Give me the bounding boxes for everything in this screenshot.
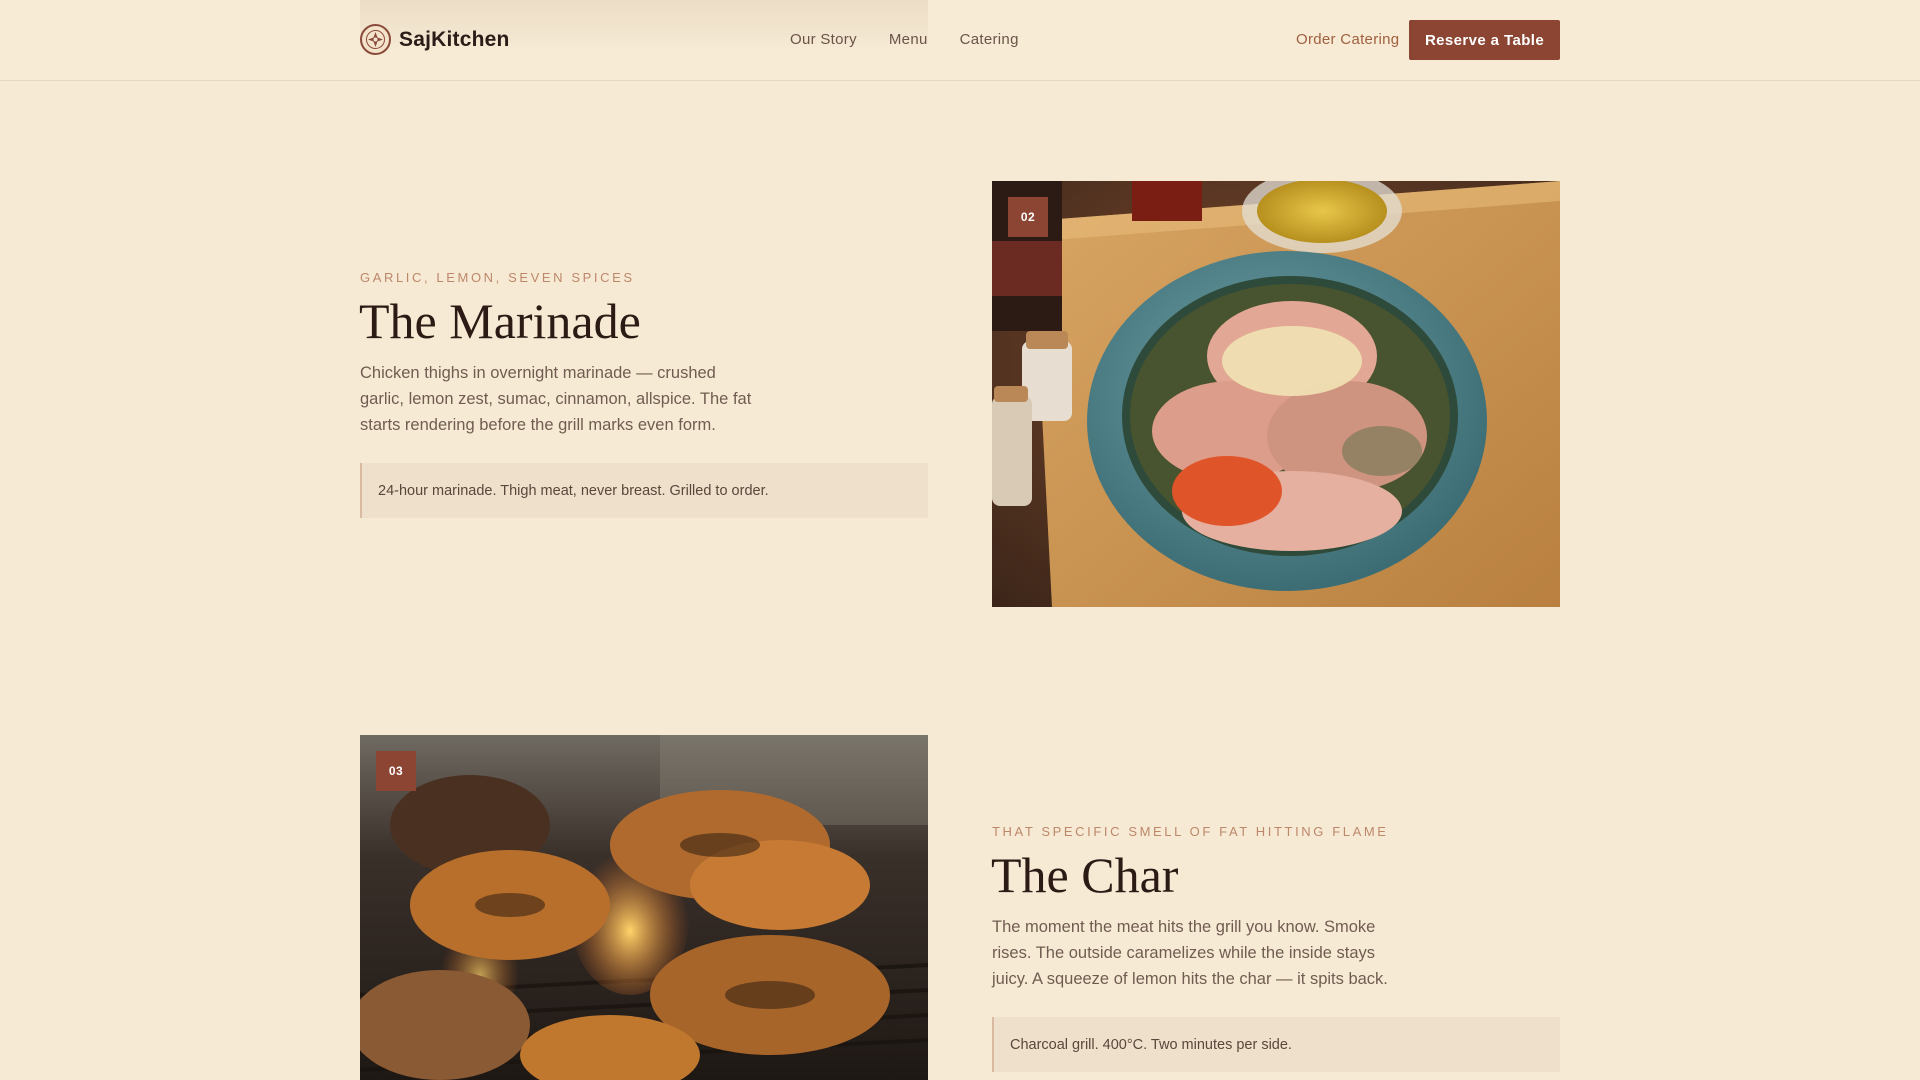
section-note-text: Charcoal grill. 400°C. Two minutes per s… — [1010, 1036, 1292, 1053]
section-title: The Marinade — [359, 293, 641, 349]
section-number-badge: 02 — [1008, 197, 1048, 237]
section-eyebrow: THAT SPECIFIC SMELL OF FAT HITTING FLAME — [992, 824, 1389, 839]
brand-name: SajKitchen — [399, 27, 510, 51]
marinade-photo: 02 — [992, 181, 1560, 607]
section-eyebrow: GARLIC, LEMON, SEVEN SPICES — [360, 270, 635, 285]
section-description: The moment the meat hits the grill you k… — [992, 918, 1388, 988]
site-header: SajKitchen Our Story Menu Catering Order… — [0, 0, 1920, 81]
reserve-table-button[interactable]: Reserve a Table — [1409, 20, 1560, 60]
nav-catering[interactable]: Catering — [960, 31, 1019, 48]
brand-logo-icon — [360, 24, 391, 55]
brand-link[interactable]: SajKitchen — [360, 24, 510, 55]
section-note: 24-hour marinade. Thigh meat, never brea… — [360, 463, 928, 518]
nav-our-story[interactable]: Our Story — [790, 31, 857, 48]
order-catering-link[interactable]: Order Catering — [1296, 31, 1399, 48]
char-photo: 03 — [360, 735, 928, 1080]
nav-menu[interactable]: Menu — [889, 31, 928, 48]
section-note: Charcoal grill. 400°C. Two minutes per s… — [992, 1017, 1560, 1072]
section-note-text: 24-hour marinade. Thigh meat, never brea… — [378, 482, 769, 499]
section-title: The Char — [991, 847, 1179, 903]
section-description: Chicken thighs in overnight marinade — c… — [360, 364, 752, 434]
section-number-badge: 03 — [376, 751, 416, 791]
main-nav: Our Story Menu Catering — [790, 31, 1019, 48]
